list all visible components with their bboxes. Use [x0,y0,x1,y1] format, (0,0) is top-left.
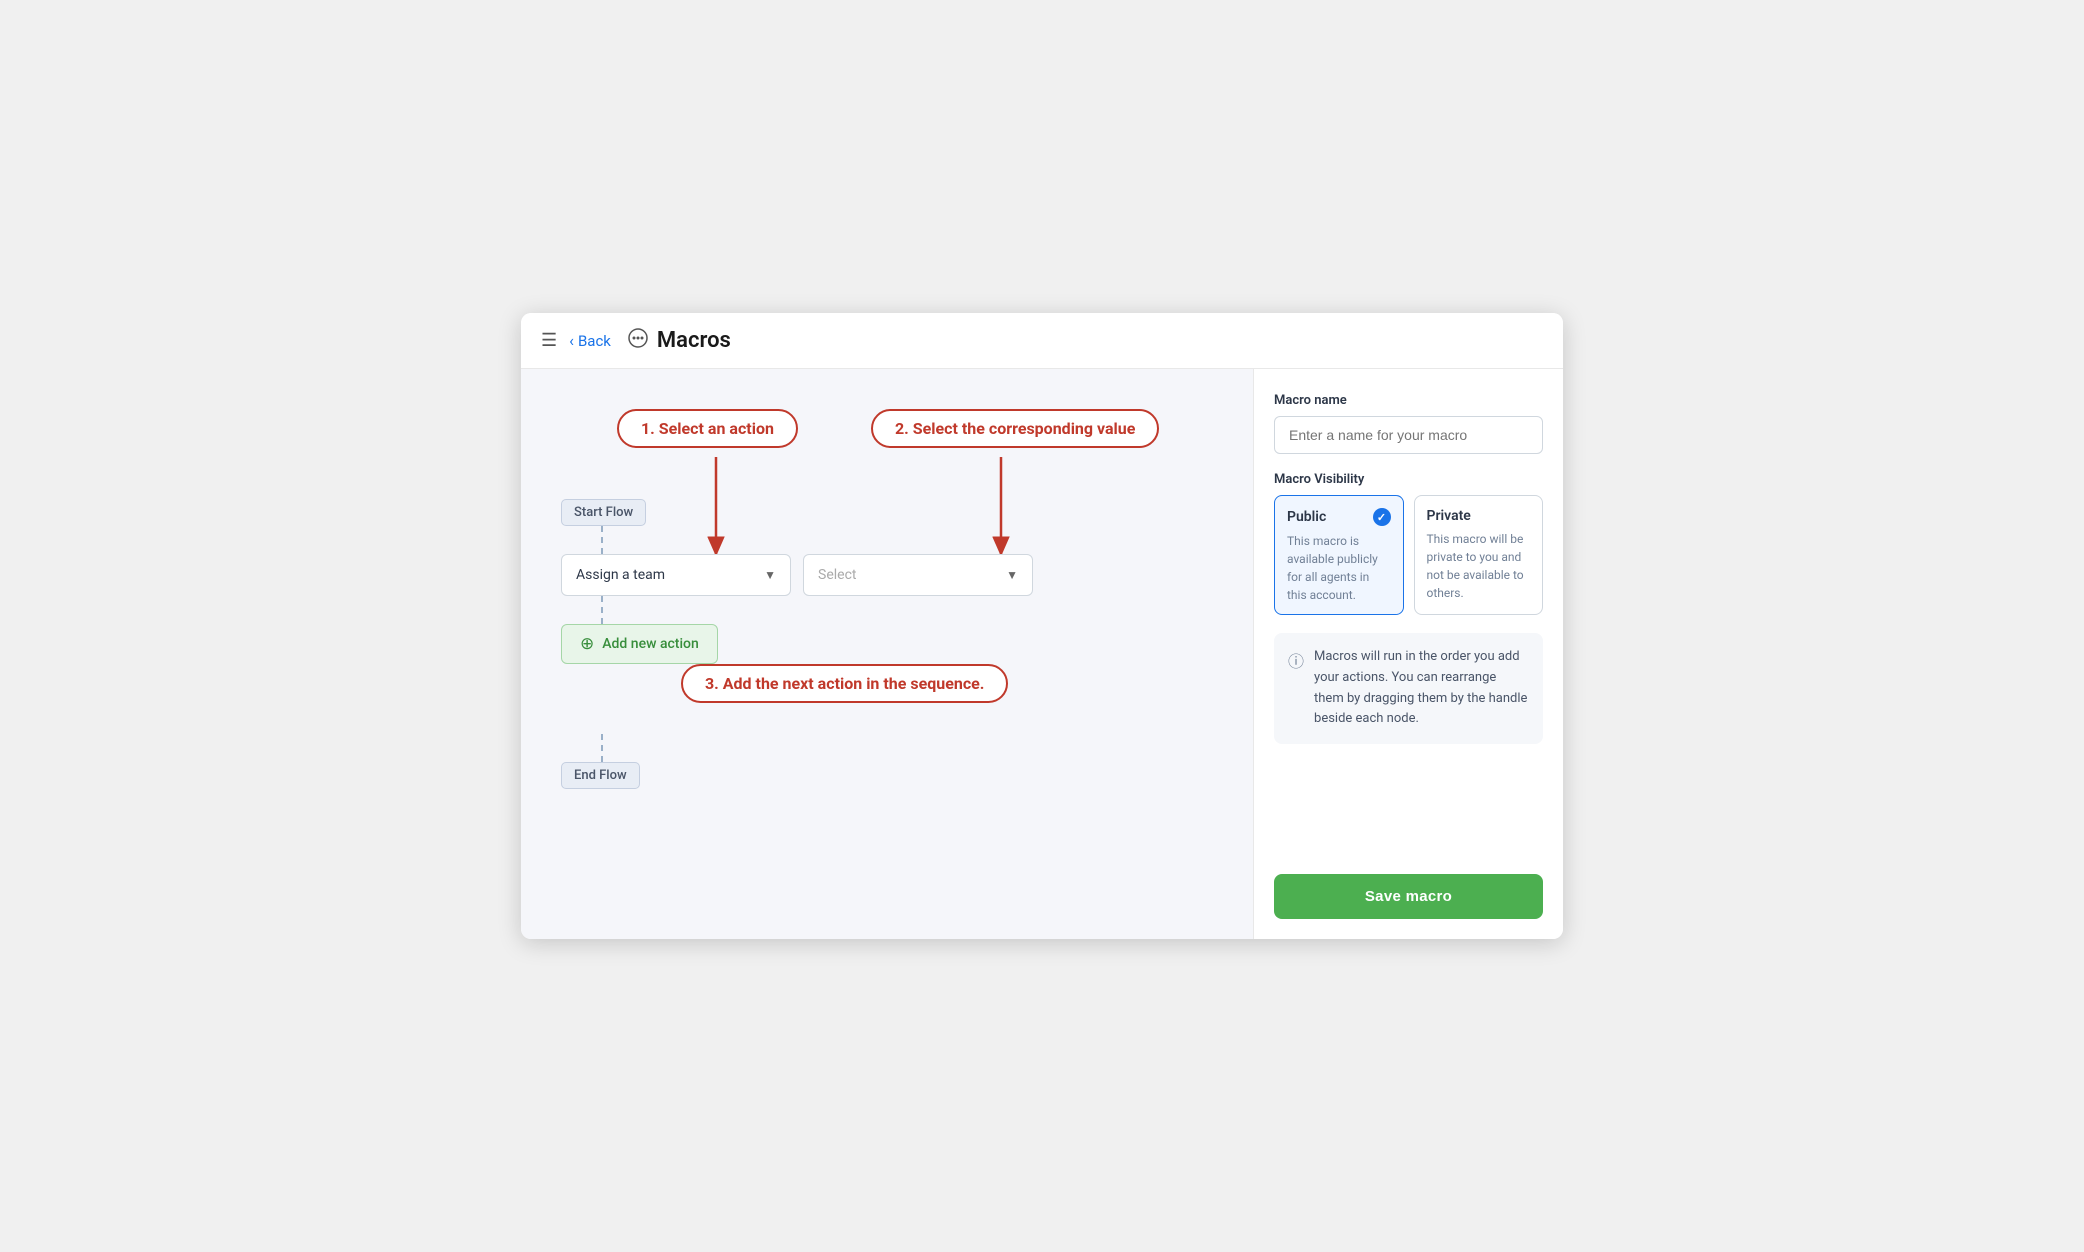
body: 1. Select an action 2. Select the corres… [521,369,1563,939]
add-action-icon: ⊕ [580,634,594,654]
canvas-inner: 1. Select an action 2. Select the corres… [561,399,1161,859]
save-macro-button[interactable]: Save macro [1274,874,1543,919]
macro-name-input[interactable] [1274,416,1543,454]
end-flow-badge: End Flow [561,762,640,789]
dashed-line-2 [601,596,603,624]
dashed-line-1 [601,526,603,554]
public-title: Public ✓ [1287,508,1391,526]
private-desc: This macro will be private to you and no… [1427,530,1531,602]
header: ☰ ‹ Back Macros [521,313,1563,369]
visibility-label: Macro Visibility [1274,472,1543,487]
page-title: Macros [657,328,731,353]
public-desc: This macro is available publicly for all… [1287,532,1391,604]
value-dropdown[interactable]: Select ▼ [803,554,1033,596]
value-dropdown-placeholder: Select [818,567,856,583]
menu-icon[interactable]: ☰ [541,330,557,351]
action-row: Assign a team ▼ Select ▼ [561,554,1033,596]
sidebar: Macro name Macro Visibility Public ✓ Thi… [1253,369,1563,939]
dropdown-arrow-1: ▼ [764,568,776,582]
private-title: Private [1427,508,1531,524]
callout-2: 2. Select the corresponding value [871,409,1159,448]
macro-name-label: Macro name [1274,393,1543,408]
visibility-private-card[interactable]: Private This macro will be private to yo… [1414,495,1544,615]
back-label: Back [578,332,611,350]
main-canvas: 1. Select an action 2. Select the corres… [521,369,1253,939]
title-wrapper: Macros [627,327,731,354]
info-icon: ⓘ [1288,648,1304,672]
app-window: ☰ ‹ Back Macros 1 [521,313,1563,939]
info-box: ⓘ Macros will run in the order you add y… [1274,633,1543,744]
macro-name-section: Macro name [1274,393,1543,454]
public-check-icon: ✓ [1373,508,1391,526]
action-dropdown[interactable]: Assign a team ▼ [561,554,791,596]
sidebar-footer: Save macro [1274,762,1543,919]
add-action-button[interactable]: ⊕ Add new action [561,624,718,664]
add-action-label: Add new action [602,636,699,652]
action-dropdown-value: Assign a team [576,567,665,583]
back-chevron-icon: ‹ [569,331,574,350]
callout-3: 3. Add the next action in the sequence. [681,664,1008,703]
visibility-public-card[interactable]: Public ✓ This macro is available publicl… [1274,495,1404,615]
callout-3-wrapper: 3. Add the next action in the sequence. [681,664,1008,703]
macros-icon [627,327,649,354]
visibility-options: Public ✓ This macro is available publicl… [1274,495,1543,615]
dashed-line-3 [601,734,603,762]
flow-stack: Start Flow Assign a team ▼ Select [561,499,1033,789]
macro-visibility-section: Macro Visibility Public ✓ This macro is … [1274,472,1543,615]
info-text: Macros will run in the order you add you… [1314,647,1529,730]
dropdown-arrow-2: ▼ [1006,568,1018,582]
callout-1: 1. Select an action [617,409,798,448]
back-button[interactable]: ‹ Back [569,331,611,350]
start-flow-badge: Start Flow [561,499,646,526]
